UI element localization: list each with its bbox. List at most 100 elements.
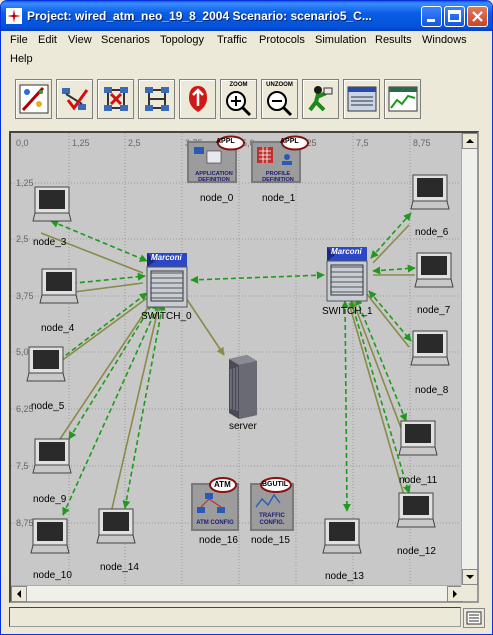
link-node12-switch1[interactable] (349, 300, 411, 494)
fail-node-button[interactable] (97, 79, 134, 119)
node-4-label: node_4 (41, 323, 75, 334)
recover-node-icon (145, 87, 169, 111)
title-bar[interactable]: Project: wired_atm_neo_19_8_2004 Scenari… (1, 1, 492, 31)
node-11-workstation[interactable] (397, 419, 439, 459)
minimize-icon (427, 19, 435, 22)
menu-windows[interactable]: Windows (422, 34, 467, 46)
menu-scenarios[interactable]: Scenarios (101, 34, 150, 46)
object-palette-icon (19, 84, 49, 114)
node-14-label: node_14 (100, 562, 139, 573)
app-icon (6, 8, 22, 24)
verify-links-button[interactable] (56, 79, 93, 119)
scroll-up-button[interactable] (462, 133, 478, 149)
hide-graphs-icon (388, 86, 418, 112)
node-3-label: node_3 (33, 237, 67, 248)
server-label: server (229, 421, 257, 432)
link-olive-9 (352, 300, 402, 429)
view-results-icon (347, 86, 377, 112)
view-results-button[interactable] (343, 79, 380, 119)
link-olive-5 (110, 304, 160, 514)
menu-file[interactable]: File (10, 34, 28, 46)
node-1-label: node_1 (262, 193, 296, 204)
link-node6-switch1[interactable] (370, 212, 412, 259)
node-12-label: node_12 (397, 546, 436, 557)
menu-traffic[interactable]: Traffic (217, 34, 247, 46)
node-11-label: node_11 (399, 475, 438, 486)
close-button[interactable] (467, 6, 488, 27)
menu-view[interactable]: View (68, 34, 92, 46)
vertical-scrollbar[interactable] (461, 133, 478, 585)
arrow-up-icon (466, 139, 474, 143)
node-9-workstation[interactable] (31, 437, 73, 477)
scrollbar-corner (461, 585, 477, 601)
link-switch0-switch1[interactable] (190, 271, 325, 284)
node-1-caption-2: DEFINITION (262, 177, 294, 183)
menu-results[interactable]: Results (375, 34, 412, 46)
node-8-workstation[interactable] (409, 329, 451, 369)
node-7-label: node_7 (417, 305, 451, 316)
server-device[interactable] (221, 353, 261, 419)
node-15-badge: BGUTIL (262, 481, 289, 488)
project-workspace[interactable]: 0,0 1,25 2,5 3,75 5,0 6,25 7,5 8,75 1,25… (9, 131, 479, 603)
link-switch0-server[interactable] (185, 297, 225, 356)
maximize-icon (448, 10, 461, 22)
menu-edit[interactable]: Edit (38, 34, 57, 46)
return-to-parent-button[interactable] (179, 79, 216, 119)
configure-simulation-icon (308, 86, 333, 112)
scroll-left-button[interactable] (11, 586, 27, 602)
arrow-right-icon (453, 590, 457, 598)
switch-0-label: SWITCH_0 (141, 311, 192, 322)
menu-bar: File Edit View Scenarios Topology Traffi… (1, 31, 492, 67)
node-16-caption-1: ATM CONFIG (196, 520, 234, 526)
object-palette-button[interactable] (15, 79, 52, 119)
node-0-label: node_0 (200, 193, 234, 204)
window-title: Project: wired_atm_neo_19_8_2004 Scenari… (27, 9, 372, 23)
node-15-caption-1: TRAFFIC (259, 513, 285, 519)
link-node7-switch1[interactable] (372, 264, 416, 275)
network-canvas[interactable]: 0,0 1,25 2,5 3,75 5,0 6,25 7,5 8,75 1,25… (11, 133, 463, 585)
node-0-caption-2: DEFINITION (198, 177, 230, 183)
verify-links-icon (62, 88, 89, 111)
switch-1-label: SWITCH_1 (322, 306, 373, 317)
zoom-label: ZOOM (229, 82, 248, 88)
zoom-button[interactable]: ZOOM (220, 79, 257, 119)
node-12-workstation[interactable] (395, 491, 437, 531)
node-6-workstation[interactable] (409, 173, 451, 213)
return-to-parent-icon (189, 86, 207, 112)
recover-node-button[interactable] (138, 79, 175, 119)
node-15-label: node_15 (251, 535, 290, 546)
minimize-button[interactable] (421, 6, 442, 27)
link-node10-switch0[interactable] (62, 302, 160, 516)
unzoom-button[interactable]: UNZOOM (261, 79, 298, 119)
message-log-button[interactable] (463, 608, 485, 628)
node-13-workstation[interactable] (321, 517, 363, 557)
link-node13-switch1[interactable] (341, 300, 351, 512)
failed-node-icon (104, 87, 128, 111)
arrow-left-icon (17, 590, 21, 598)
node-3-workstation[interactable] (31, 185, 73, 225)
close-icon (472, 11, 483, 22)
link-node8-switch1[interactable] (368, 290, 412, 342)
node-8-label: node_8 (415, 385, 449, 396)
maximize-button[interactable] (444, 6, 465, 27)
node-4-workstation[interactable] (38, 267, 80, 307)
node-14-workstation[interactable] (95, 507, 137, 547)
menu-topology[interactable]: Topology (160, 34, 204, 46)
menu-simulation[interactable]: Simulation (315, 34, 366, 46)
configure-simulation-button[interactable] (302, 79, 339, 119)
zoom-in-icon (226, 91, 252, 117)
node-7-workstation[interactable] (413, 251, 455, 291)
app-window: Project: wired_atm_neo_19_8_2004 Scenari… (0, 0, 493, 635)
node-10-workstation[interactable] (29, 517, 71, 557)
horizontal-scrollbar[interactable] (11, 585, 463, 602)
node-5-workstation[interactable] (25, 345, 67, 385)
hide-graphs-button[interactable] (384, 79, 421, 119)
menu-protocols[interactable]: Protocols (259, 34, 305, 46)
node-10-label: node_10 (33, 570, 72, 581)
node-9-label: node_9 (33, 494, 67, 505)
node-1-badge: APPL (280, 138, 299, 145)
scroll-down-button[interactable] (462, 569, 478, 585)
switch-1-brand: Marconi (331, 247, 362, 256)
menu-help[interactable]: Help (10, 53, 33, 65)
arrow-down-icon (466, 575, 474, 579)
